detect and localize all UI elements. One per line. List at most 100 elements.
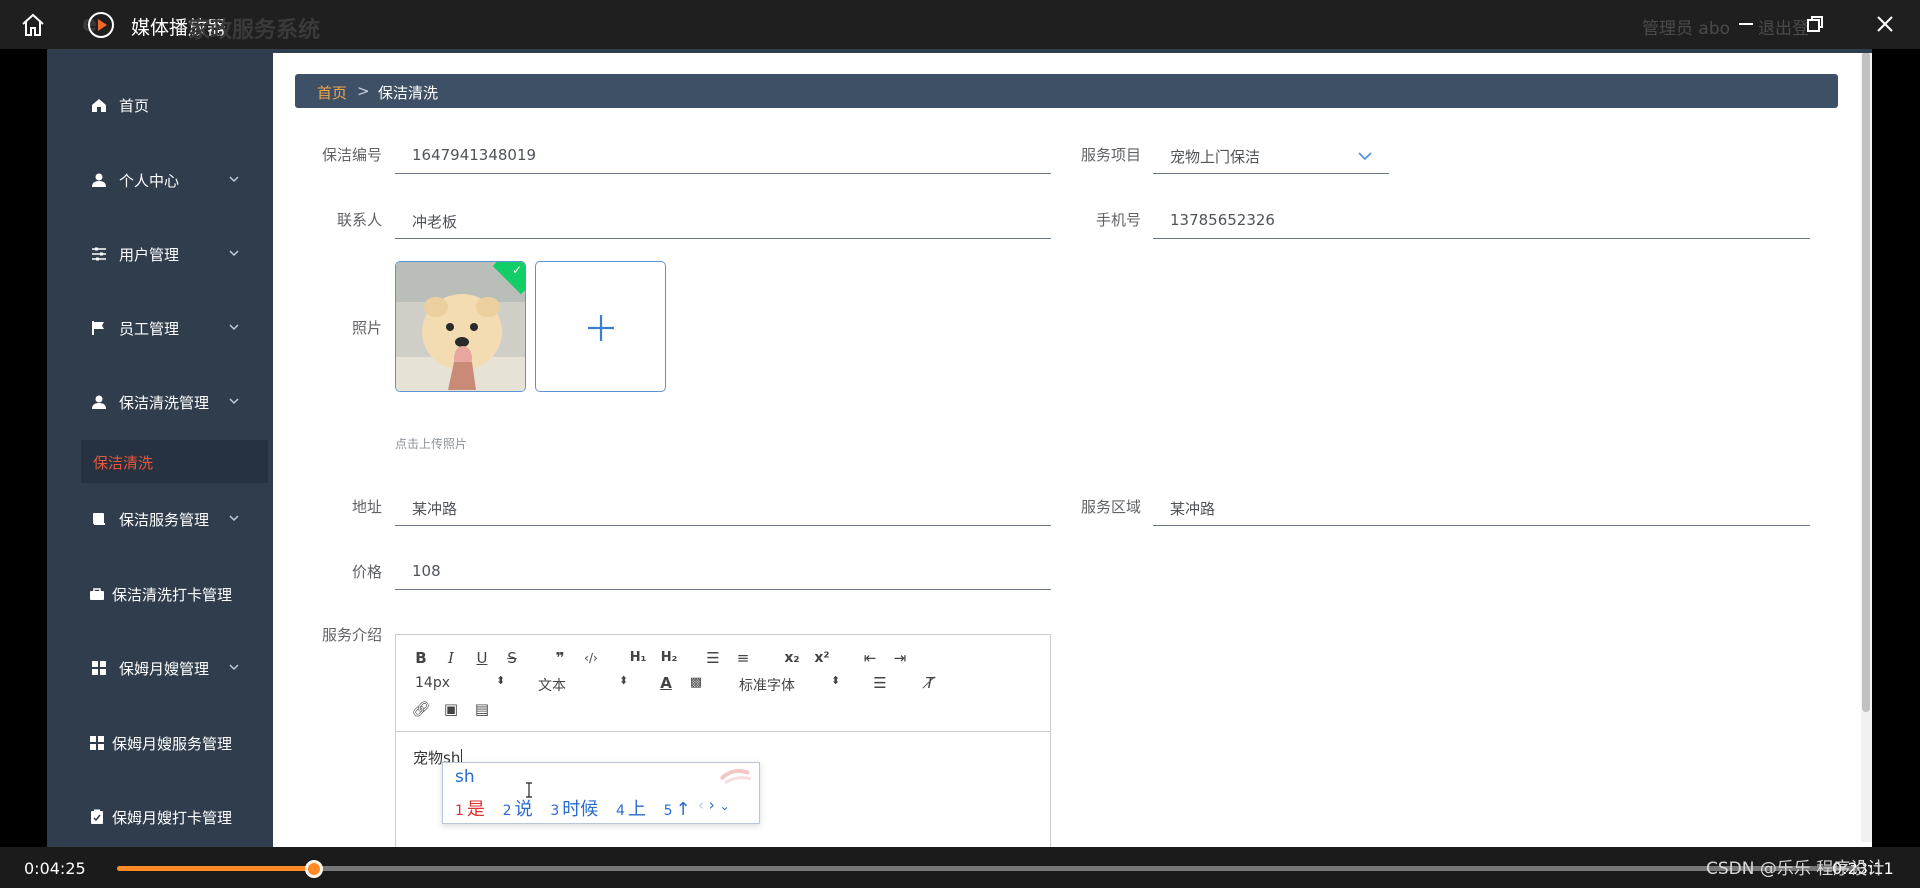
indent-icon[interactable]: ⇥ — [889, 647, 911, 669]
font-size-select[interactable]: 14px — [415, 675, 450, 691]
sidebar-item-cleaning-checkin[interactable]: 保洁清洗打卡管理 — [47, 569, 273, 619]
area-field[interactable]: 某冲路 — [1153, 490, 1810, 526]
sidebar-item-users[interactable]: 用户管理 — [47, 229, 273, 279]
area-label: 服务区域 — [1080, 498, 1141, 516]
video-icon[interactable]: ▤ — [471, 698, 493, 720]
blockquote-icon[interactable]: ❞ — [549, 647, 571, 669]
underline-icon[interactable]: U — [471, 647, 493, 669]
ime-candidate[interactable]: 4上 — [616, 799, 646, 820]
sidebar-item-nanny-service[interactable]: 保姆月嫂服务管理 — [47, 718, 273, 768]
clear-format-icon[interactable]: T̸ — [919, 672, 941, 694]
sidebar-item-cleaning-service[interactable]: 保洁服务管理 — [47, 494, 273, 544]
scrollbar-thumb[interactable] — [1862, 52, 1870, 712]
sidebar-item-staff[interactable]: 员工管理 — [47, 303, 273, 353]
font-family-select[interactable]: 标准字体 — [739, 675, 795, 695]
font-color-icon[interactable]: A — [655, 672, 677, 694]
subscript-icon[interactable]: x₂ — [781, 647, 803, 669]
price-label: 价格 — [351, 563, 382, 581]
sidebar-item-nanny[interactable]: 保姆月嫂管理 — [47, 643, 273, 693]
contact-field[interactable]: 冲老板 — [395, 203, 1051, 239]
ime-candidate-window: sh 1是 2说 3 时候 4上 5 ↑ ‹ › ⌄ — [442, 762, 760, 824]
outdent-icon[interactable]: ⇤ — [859, 647, 881, 669]
image-icon[interactable]: ▣ — [440, 698, 462, 720]
upload-photo-button[interactable] — [535, 261, 666, 392]
grid-icon — [92, 661, 106, 675]
code-block-icon[interactable]: ‹/› — [580, 647, 602, 669]
chevron-left-icon[interactable]: ‹ — [698, 796, 704, 814]
close-icon[interactable] — [1873, 12, 1897, 36]
service-value: 宠物上门保洁 — [1170, 148, 1261, 166]
text-style-select[interactable]: 文本 — [538, 675, 566, 695]
address-field[interactable]: 某冲路 — [395, 490, 1051, 526]
photo-label: 照片 — [351, 319, 382, 337]
heading2-icon[interactable]: H₂ — [656, 647, 682, 669]
seek-bar-handle[interactable] — [304, 860, 323, 878]
sidebar-item-home[interactable]: 首页 — [47, 80, 273, 130]
restore-icon[interactable] — [1803, 12, 1827, 36]
bold-icon[interactable]: B — [410, 647, 432, 669]
plus-icon — [588, 315, 614, 341]
phone-value: 13785652326 — [1170, 211, 1275, 229]
seek-bar-progress — [117, 866, 314, 871]
phone-label: 手机号 — [1095, 211, 1141, 229]
player-title-bar: e 媒体播放器 家政服务系统 管理员 abo 退出登 — [0, 0, 1920, 49]
link-icon[interactable]: 🔗︎ — [410, 698, 432, 720]
superscript-icon[interactable]: x² — [811, 647, 833, 669]
price-field[interactable]: 108 — [395, 554, 1051, 590]
ime-candidate-text: 说 — [514, 799, 533, 820]
uploaded-photo-thumbnail[interactable]: ✓ — [395, 261, 526, 392]
ghost-system-title: 家政服务系统 — [188, 18, 321, 43]
ime-page-nav[interactable]: ‹ › ⌄ — [698, 796, 730, 814]
upload-hint: 点击上传照片 — [395, 437, 468, 451]
briefcase-icon — [90, 588, 104, 600]
screen: { "player": { "title": "媒体播放器", "time_cu… — [0, 0, 1920, 888]
chevron-right-icon[interactable]: › — [709, 796, 715, 814]
book-icon — [93, 513, 105, 525]
ime-candidate[interactable]: 3 时候 — [550, 799, 598, 820]
bullet-list-icon[interactable]: ≡ — [732, 647, 754, 669]
sidebar-item-label: 首页 — [119, 97, 150, 115]
ime-candidate[interactable]: 1是 — [455, 799, 485, 820]
sidebar-item-cleaning[interactable]: 保洁清洗管理 — [47, 377, 273, 427]
background-color-icon[interactable]: ▩ — [685, 672, 707, 694]
chevron-updown-icon: ⬍ — [496, 674, 506, 687]
sidebar-item-label: 保姆月嫂服务管理 — [112, 735, 233, 753]
home-icon[interactable] — [20, 12, 46, 38]
heading1-icon[interactable]: H₁ — [625, 647, 651, 669]
ime-candidate[interactable]: 5 ↑ — [664, 799, 691, 820]
ime-candidate-text: 上 — [627, 799, 646, 820]
sidebar-item-label: 员工管理 — [119, 320, 180, 338]
code-label: 保洁编号 — [321, 146, 382, 164]
clipboard-icon — [91, 809, 103, 824]
chevron-updown-icon: ⬍ — [619, 674, 629, 687]
ime-candidate-text: 是 — [466, 799, 485, 820]
mouse-text-cursor-icon — [526, 782, 532, 798]
chevron-down-icon — [1358, 152, 1372, 161]
minimize-icon[interactable] — [1734, 12, 1758, 36]
sidebar-item-label: 保洁清洗打卡管理 — [112, 586, 233, 604]
ordered-list-icon[interactable]: ☰ — [702, 647, 724, 669]
breadcrumb-home-link[interactable]: 首页 — [317, 82, 347, 103]
csdn-watermark: CSDN @乐乐 程序设计 — [1706, 859, 1885, 879]
phone-field[interactable]: 13785652326 — [1153, 203, 1810, 239]
sidebar-subitem-cleaning-active[interactable]: 保洁清洗 — [81, 440, 268, 483]
ime-composition: sh — [455, 767, 475, 787]
ghost-logout-link: 退出登 — [1758, 19, 1809, 39]
chevron-updown-icon: ⬍ — [831, 674, 841, 687]
strikethrough-icon[interactable]: S — [501, 647, 523, 669]
sidebar-item-profile[interactable]: 个人中心 — [47, 155, 273, 205]
user-icon — [92, 173, 106, 187]
ime-candidate[interactable]: 2说 — [503, 799, 533, 820]
italic-icon[interactable]: I — [440, 647, 462, 669]
code-field[interactable]: 1647941348019 — [395, 138, 1051, 174]
service-select[interactable]: 宠物上门保洁 — [1153, 138, 1389, 174]
seek-bar[interactable] — [117, 860, 1860, 878]
ime-candidate-number: 1 — [455, 803, 464, 819]
sidebar-item-label: 保洁清洗管理 — [119, 394, 210, 412]
chevron-down-icon — [229, 250, 239, 257]
ime-candidate-list: 1是 2说 3 时候 4上 5 ↑ — [455, 795, 703, 821]
sidebar-item-nanny-checkin[interactable]: 保姆月嫂打卡管理 — [47, 792, 273, 842]
chevron-down-icon[interactable]: ⌄ — [720, 799, 730, 813]
align-icon[interactable]: ☰ — [869, 672, 891, 694]
sidebar-subitem-label: 保洁清洗 — [93, 454, 154, 472]
